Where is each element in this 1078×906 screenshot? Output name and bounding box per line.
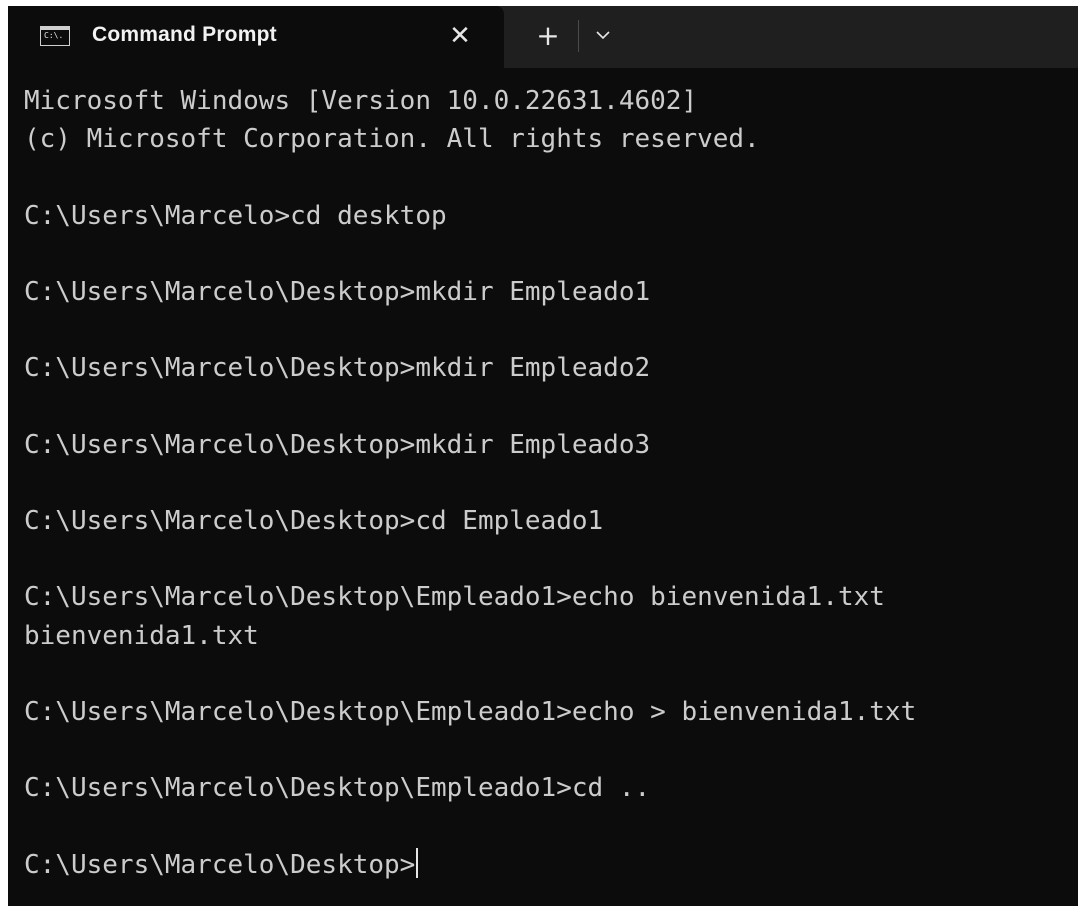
terminal-line: C:\Users\Marcelo\Desktop>mkdir Empleado1 — [24, 273, 1074, 311]
terminal-line-text: C:\Users\Marcelo\Desktop>mkdir Empleado3 — [24, 429, 651, 460]
terminal-line: C:\Users\Marcelo\Desktop>mkdir Empleado3 — [24, 426, 1074, 464]
terminal-line-text: bienvenida1.txt — [24, 620, 259, 651]
tab-title: Command Prompt — [92, 23, 277, 46]
tab-bar: C:\. Command Prompt ✕ + — [8, 6, 1078, 68]
terminal-line-text: C:\Users\Marcelo\Desktop>cd Empleado1 — [24, 506, 604, 537]
terminal-line-text: (c) Microsoft Corporation. All rights re… — [24, 124, 760, 155]
terminal-line: C:\Users\Marcelo>cd desktop — [24, 197, 1074, 235]
terminal-line: bienvenida1.txt — [24, 617, 1074, 655]
terminal-line: (c) Microsoft Corporation. All rights re… — [24, 120, 1074, 158]
command-prompt-icon: C:\. — [40, 26, 70, 46]
terminal-line-text: C:\Users\Marcelo\Desktop>mkdir Empleado1 — [24, 276, 651, 307]
new-tab-button[interactable]: + — [528, 16, 568, 56]
terminal-line: C:\Users\Marcelo\Desktop>mkdir Empleado2 — [24, 349, 1074, 387]
icon-title-bar — [41, 27, 69, 30]
close-tab-button[interactable]: ✕ — [440, 16, 480, 56]
terminal-line-text: C:\Users\Marcelo\Desktop\Empleado1>echo … — [24, 697, 917, 727]
terminal-output[interactable]: Microsoft Windows [Version 10.0.22631.46… — [24, 82, 1074, 902]
terminal-line: Microsoft Windows [Version 10.0.22631.46… — [24, 82, 1074, 120]
terminal-line: C:\Users\Marcelo\Desktop\Empleado1>cd .. — [24, 769, 1074, 807]
terminal-line-text: C:\Users\Marcelo\Desktop\Empleado1>cd .. — [24, 773, 651, 804]
terminal-line: C:\Users\Marcelo\Desktop\Empleado1>echo … — [24, 578, 1074, 616]
profile-dropdown-button[interactable] — [586, 18, 622, 54]
terminal-line: C:\Users\Marcelo\Desktop\Empleado1>echo … — [24, 693, 1074, 731]
icon-label: C:\. — [44, 31, 64, 40]
chevron-down-icon — [596, 31, 610, 40]
terminal-line-text: C:\Users\Marcelo>cd desktop — [24, 200, 447, 231]
terminal-line-text: C:\Users\Marcelo\Desktop> — [24, 849, 416, 880]
close-icon: ✕ — [449, 21, 471, 51]
plus-icon: + — [536, 19, 560, 52]
terminal-line-text: Microsoft Windows [Version 10.0.22631.46… — [24, 86, 698, 116]
terminal-line-text: C:\Users\Marcelo\Desktop\Empleado1>echo … — [24, 582, 885, 613]
text-cursor — [416, 847, 419, 878]
tab-command-prompt[interactable]: C:\. Command Prompt ✕ — [8, 6, 504, 68]
terminal-line-text: C:\Users\Marcelo\Desktop>mkdir Empleado2 — [24, 353, 651, 384]
terminal-line: C:\Users\Marcelo\Desktop> — [24, 846, 1074, 884]
tab-separator — [578, 20, 579, 52]
terminal-line: C:\Users\Marcelo\Desktop>cd Empleado1 — [24, 502, 1074, 540]
terminal-window: C:\. Command Prompt ✕ + Microsoft Window… — [8, 6, 1078, 906]
